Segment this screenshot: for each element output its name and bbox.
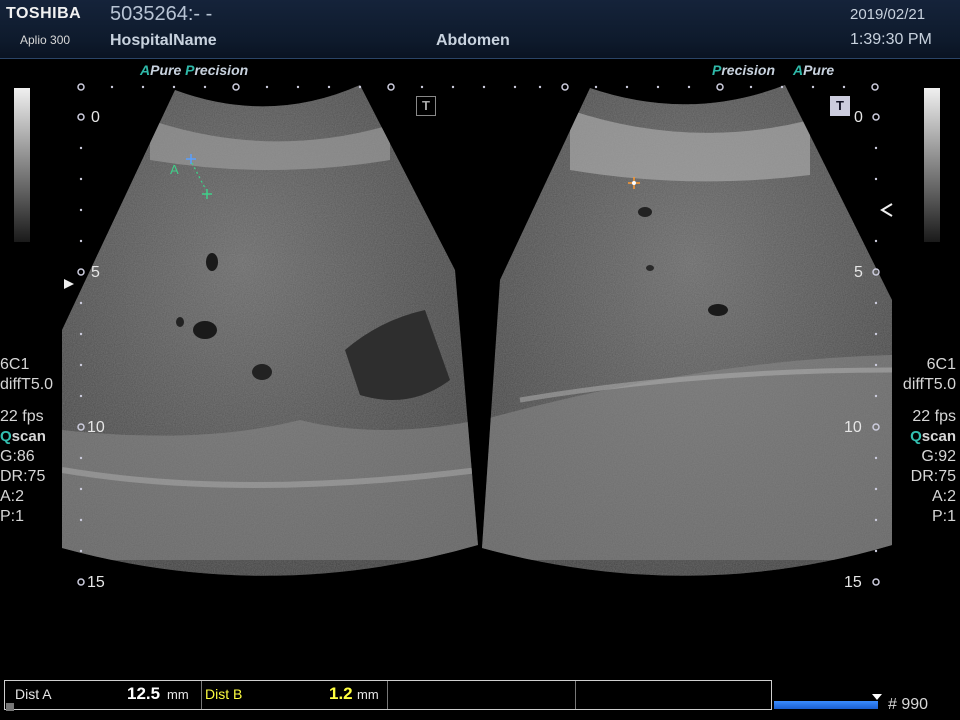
- right-fps: 22 fps: [912, 408, 956, 425]
- right-depth-5: 5: [854, 264, 863, 281]
- hospital-name: HospitalName: [110, 32, 217, 49]
- header-bar: TOSHIBA Aplio 300 5035264:- - HospitalNa…: [0, 0, 960, 59]
- right-depth-10: 10: [844, 419, 862, 436]
- right-grayscale-bar: [924, 88, 940, 242]
- caliper-a-label: A: [170, 162, 179, 177]
- right-mode-tag: Precision APure: [712, 62, 835, 78]
- exam-time: 1:39:30 PM: [850, 31, 932, 48]
- left-depth-10: 10: [87, 419, 105, 436]
- right-probe: 6C1: [926, 356, 956, 373]
- dist-a-label: Dist A: [15, 686, 52, 702]
- dist-a-unit: mm: [167, 687, 189, 702]
- right-preset: diffT5.0: [902, 376, 956, 393]
- measurement-empty-2: [575, 681, 771, 709]
- left-probe: 6C1: [0, 356, 30, 373]
- left-depth-15: 15: [87, 574, 105, 591]
- left-depth-5: 5: [91, 264, 100, 281]
- exam-date: 2019/02/21: [850, 6, 926, 23]
- right-a: A:2: [931, 488, 956, 505]
- left-depth-0: 0: [91, 109, 100, 126]
- cine-progress-bar[interactable]: [774, 701, 878, 709]
- right-depth-15: 15: [844, 574, 862, 591]
- left-t-icon[interactable]: T: [416, 96, 436, 116]
- dist-a-value: 12.5: [127, 684, 161, 703]
- left-mode-tag: APure Precision: [140, 62, 249, 78]
- frame-counter: # 990: [888, 696, 929, 713]
- top-scale-dots: [77, 83, 879, 91]
- dist-b-value: 1.2: [329, 684, 353, 703]
- dist-b-unit: mm: [357, 687, 379, 702]
- right-p: P:1: [931, 508, 956, 525]
- measurement-dist-a[interactable]: Dist A 12.5 mm: [5, 681, 202, 709]
- left-p: P:1: [0, 508, 25, 525]
- exam-type: Abdomen: [436, 32, 510, 49]
- right-ultrasound-image: [482, 85, 892, 576]
- right-focus-marker[interactable]: [880, 203, 893, 217]
- cine-position-marker[interactable]: [872, 694, 882, 700]
- left-dr: DR:75: [0, 468, 46, 485]
- measurement-dist-b[interactable]: Dist B 1.2 mm: [201, 681, 388, 709]
- right-t-icon[interactable]: T: [830, 96, 850, 116]
- left-ultrasound-image: [62, 85, 478, 576]
- right-params: 6C1 diffT5.0 22 fps Qscan G:92 DR:75 A:2…: [903, 355, 956, 527]
- right-depth-0: 0: [854, 109, 863, 126]
- ultrasound-dual-view: [62, 83, 893, 586]
- left-gain: G:86: [0, 448, 35, 465]
- right-qscan: Qscan: [910, 428, 956, 445]
- dist-b-label: Dist B: [205, 686, 243, 702]
- right-gain: G:92: [921, 448, 956, 465]
- left-focus-marker[interactable]: [64, 279, 74, 289]
- measurement-bar: Dist A 12.5 mm Dist B 1.2 mm: [4, 680, 772, 710]
- left-a: A:2: [0, 488, 25, 505]
- corner-marker: [6, 703, 14, 711]
- left-params: 6C1 diffT5.0 22 fps Qscan G:86 DR:75 A:2…: [0, 355, 53, 527]
- patient-id: 5035264:- -: [110, 3, 213, 25]
- left-preset: diffT5.0: [0, 376, 54, 393]
- model-name: Aplio 300: [20, 33, 71, 47]
- left-grayscale-bar: [14, 88, 30, 242]
- left-fps: 22 fps: [0, 408, 44, 425]
- left-qscan: Qscan: [0, 428, 46, 445]
- brand-logo: TOSHIBA: [6, 5, 82, 22]
- right-dr: DR:75: [910, 468, 956, 485]
- measurement-empty-1: [387, 681, 576, 709]
